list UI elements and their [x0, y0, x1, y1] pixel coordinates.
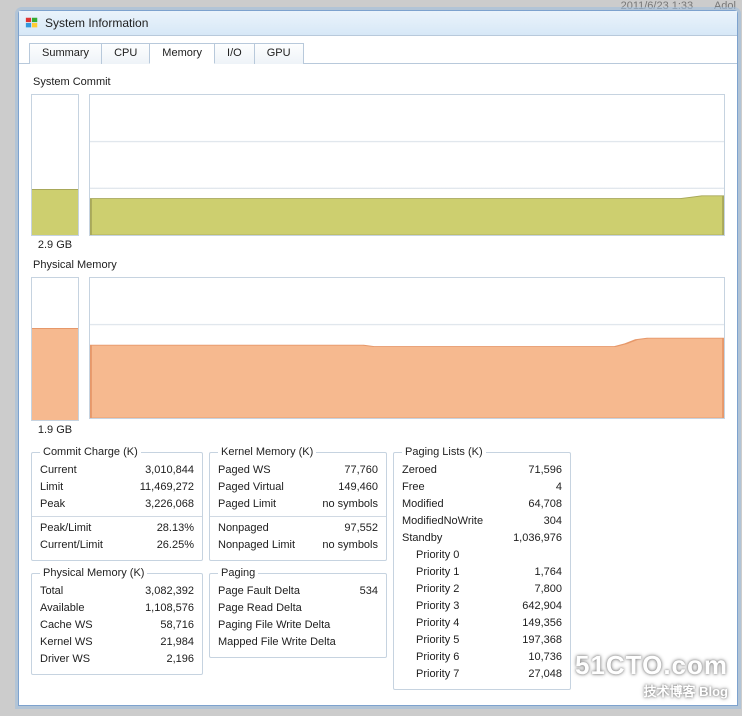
stat-row: Page Fault Delta534	[218, 583, 378, 600]
stat-row: Zeroed71,596	[402, 462, 562, 479]
stat-row: Available1,108,576	[40, 600, 194, 617]
stat-row: ModifiedNoWrite304	[402, 513, 562, 530]
paging-lists-legend: Paging Lists (K)	[402, 446, 486, 458]
paging-legend: Paging	[218, 567, 258, 579]
stat-row: Limit11,469,272	[40, 479, 194, 496]
stat-row: Paged WS77,760	[218, 462, 378, 479]
stat-row: Priority 5197,368	[402, 632, 562, 649]
commit-gauge-label: 2.9 GB	[38, 239, 72, 251]
commit-charge-legend: Commit Charge (K)	[40, 446, 141, 458]
tab-i/o[interactable]: I/O	[214, 43, 255, 64]
system-commit-title: System Commit	[33, 76, 725, 88]
stat-row: Current3,010,844	[40, 462, 194, 479]
stat-row: Cache WS58,716	[40, 617, 194, 634]
stat-row: Page Read Delta	[218, 600, 378, 617]
stat-row: Mapped File Write Delta	[218, 634, 378, 651]
sysinfo-window: System Information SummaryCPUMemoryI/OGP…	[18, 10, 738, 706]
stat-row: Total3,082,392	[40, 583, 194, 600]
stat-row: Current/Limit26.25%	[40, 537, 194, 554]
stat-row: Priority 11,764	[402, 564, 562, 581]
memory-content: System Commit 2.9 GB Physical Memory 1.9…	[19, 64, 737, 705]
window-title: System Information	[45, 16, 148, 30]
kernel-memory-group: Kernel Memory (K) Paged WS77,760Paged Vi…	[209, 446, 387, 561]
stat-row: Priority 4149,356	[402, 615, 562, 632]
physmem-gauge-fill	[32, 328, 78, 420]
physmem-timeline	[89, 277, 725, 419]
stat-row: Priority 0	[402, 547, 562, 564]
physical-memory-group: Physical Memory (K) Total3,082,392Availa…	[31, 567, 203, 675]
stat-row: Standby1,036,976	[402, 530, 562, 547]
stat-row: Priority 27,800	[402, 581, 562, 598]
stat-row: Modified64,708	[402, 496, 562, 513]
commit-timeline	[89, 94, 725, 236]
paging-group: Paging Page Fault Delta534Page Read Delt…	[209, 567, 387, 658]
stat-row: Paged Virtual149,460	[218, 479, 378, 496]
kernel-memory-legend: Kernel Memory (K)	[218, 446, 316, 458]
tab-summary[interactable]: Summary	[29, 43, 102, 64]
stat-row: Driver WS2,196	[40, 651, 194, 668]
commit-gauge	[31, 94, 79, 236]
stat-row: Nonpaged Limitno symbols	[218, 537, 378, 554]
tabstrip: SummaryCPUMemoryI/OGPU	[19, 36, 737, 64]
titlebar[interactable]: System Information	[19, 11, 737, 36]
app-icon	[25, 16, 39, 30]
tab-gpu[interactable]: GPU	[254, 43, 304, 64]
stat-row: Priority 3642,904	[402, 598, 562, 615]
stat-row: Paged Limitno symbols	[218, 496, 378, 513]
physmem-gauge-label: 1.9 GB	[38, 424, 72, 436]
commit-gauge-fill	[32, 189, 78, 235]
stat-row: Kernel WS21,984	[40, 634, 194, 651]
stat-row: Peak3,226,068	[40, 496, 194, 513]
stat-row: Peak/Limit28.13%	[40, 520, 194, 537]
commit-charge-group: Commit Charge (K) Current3,010,844Limit1…	[31, 446, 203, 561]
tab-memory[interactable]: Memory	[149, 43, 215, 64]
stat-row: Nonpaged97,552	[218, 520, 378, 537]
physmem-gauge	[31, 277, 79, 421]
physical-memory-title: Physical Memory	[33, 259, 725, 271]
stat-row: Free4	[402, 479, 562, 496]
stat-row: Priority 727,048	[402, 666, 562, 683]
paging-lists-group: Paging Lists (K) Zeroed71,596Free4Modifi…	[393, 446, 571, 690]
tab-cpu[interactable]: CPU	[101, 43, 150, 64]
stat-row: Priority 610,736	[402, 649, 562, 666]
stat-row: Paging File Write Delta	[218, 617, 378, 634]
physical-memory-legend: Physical Memory (K)	[40, 567, 147, 579]
